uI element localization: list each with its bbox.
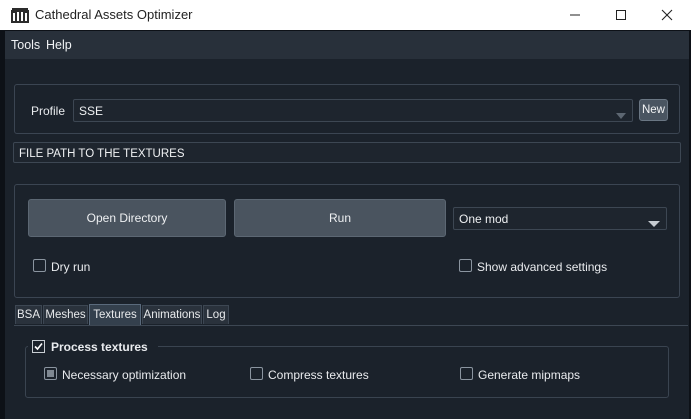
tab-meshes[interactable]: Meshes <box>43 305 88 324</box>
necessary-optimization-label: Necessary optimization <box>62 368 187 382</box>
maximize-icon <box>615 9 627 21</box>
check-icon <box>32 340 45 353</box>
tab-bsa[interactable]: BSA <box>15 305 42 324</box>
close-button[interactable] <box>644 0 690 30</box>
mode-select[interactable]: One mod <box>453 207 667 230</box>
process-textures-title: Process textures <box>51 340 148 354</box>
menu-tools[interactable]: Tools <box>11 38 40 52</box>
profile-group: Profile SSE New <box>14 84 680 134</box>
advanced-settings-label: Show advanced settings <box>477 260 608 274</box>
chevron-down-icon <box>616 108 626 122</box>
process-textures-checkbox[interactable] <box>32 340 45 353</box>
minimize-button[interactable] <box>552 0 598 30</box>
file-path-input[interactable]: FILE PATH TO THE TEXTURES <box>13 142 681 163</box>
menu-bar: Tools Help <box>5 31 689 59</box>
main-panel: Profile SSE New FILE PATH TO THE TEXTURE… <box>5 59 689 419</box>
compress-textures-checkbox[interactable] <box>250 367 263 380</box>
close-icon <box>661 9 673 21</box>
tab-log[interactable]: Log <box>203 305 229 324</box>
window-title: Cathedral Assets Optimizer <box>35 7 193 22</box>
dry-run-checkbox[interactable] <box>33 259 46 272</box>
menu-help[interactable]: Help <box>46 38 72 52</box>
compress-textures-label: Compress textures <box>268 368 369 382</box>
chevron-down-icon <box>648 216 660 230</box>
generate-mipmaps-label: Generate mipmaps <box>478 368 581 382</box>
profile-select[interactable]: SSE <box>73 99 633 122</box>
tab-animations[interactable]: Animations <box>142 305 202 324</box>
minimize-icon <box>569 9 581 21</box>
textures-tab-panel: Process textures Necessary optimization … <box>14 325 688 419</box>
profile-label: Profile <box>31 104 66 118</box>
new-profile-button[interactable]: New <box>639 99 668 121</box>
dry-run-label: Dry run <box>51 260 91 274</box>
mode-value: One mod <box>459 212 509 226</box>
profile-value: SSE <box>79 104 104 118</box>
maximize-button[interactable] <box>598 0 644 30</box>
tab-textures[interactable]: Textures <box>89 304 141 325</box>
necessary-optimization-checkbox[interactable] <box>44 367 57 380</box>
actions-group: Open Directory Run One mod Dry run Show … <box>14 184 680 298</box>
advanced-settings-checkbox[interactable] <box>459 259 472 272</box>
cathedral-icon <box>11 7 29 23</box>
title-bar: Cathedral Assets Optimizer <box>0 0 691 30</box>
generate-mipmaps-checkbox[interactable] <box>460 367 473 380</box>
open-directory-button[interactable]: Open Directory <box>28 199 226 237</box>
run-button[interactable]: Run <box>234 199 446 237</box>
